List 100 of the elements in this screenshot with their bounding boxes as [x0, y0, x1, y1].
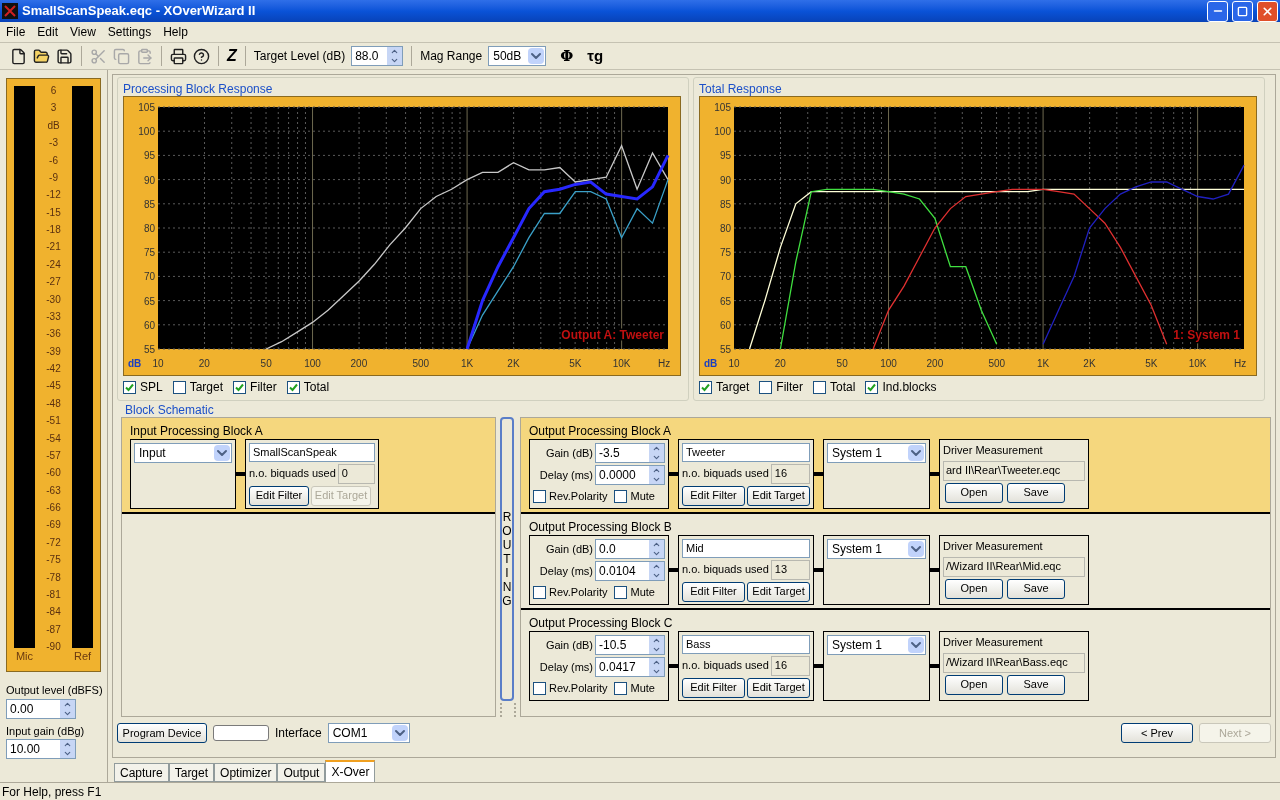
scale-label: -33 — [46, 311, 61, 322]
gain-field[interactable]: -3.5 — [595, 443, 665, 463]
splitter-handle[interactable] — [500, 703, 516, 717]
checkbox-label: Total — [303, 379, 330, 396]
routing-button[interactable]: ROUTING — [500, 417, 514, 701]
button[interactable]: Edit Target — [747, 485, 810, 506]
chevron-down-icon[interactable] — [908, 541, 924, 557]
chevron-down-icon[interactable] — [391, 725, 408, 741]
menu-item[interactable]: View — [70, 23, 96, 41]
dropdown[interactable]: System 1 — [827, 443, 926, 463]
meter-label: Ref — [73, 648, 92, 664]
dropdown[interactable]: System 1 — [827, 539, 926, 559]
scale-label: -66 — [46, 503, 61, 513]
tab[interactable]: Optimizer — [214, 763, 278, 782]
delay-field[interactable]: 0.0000 — [595, 465, 665, 485]
chart-annotation: 1: System 1 — [1173, 328, 1240, 342]
chevron-down-icon[interactable] — [908, 445, 924, 461]
new-file-icon[interactable] — [10, 47, 27, 65]
button[interactable]: Save — [1007, 482, 1065, 503]
delay-field[interactable]: 0.0417 — [595, 657, 665, 677]
block-title: Input Processing Block A — [130, 423, 264, 439]
tab[interactable]: X-Over — [325, 760, 376, 782]
checkbox[interactable] — [533, 489, 546, 503]
toolbar-button[interactable]: Z — [227, 44, 237, 68]
button[interactable]: Edit Filter — [682, 485, 745, 506]
printer-icon[interactable] — [170, 47, 187, 65]
checkbox[interactable] — [813, 380, 827, 394]
menu-item[interactable]: Settings — [107, 23, 152, 41]
axis-tick-label: 10 — [152, 358, 164, 369]
gain-field[interactable]: 0.0 — [595, 539, 665, 559]
input-gain-field[interactable]: 10.00 — [6, 739, 76, 759]
scale-label: -57 — [46, 450, 61, 461]
field-label: n.o. biquads used — [682, 562, 769, 578]
button[interactable]: Edit Filter — [249, 485, 309, 506]
menu-item[interactable]: Help — [163, 23, 188, 41]
minimize-button[interactable] — [1207, 0, 1228, 22]
name-field[interactable]: Bass — [682, 635, 810, 654]
delay-field[interactable]: 0.0104 — [595, 561, 665, 581]
scale-label: -45 — [46, 381, 61, 392]
scale-label: -42 — [46, 364, 61, 374]
dropdown[interactable]: System 1 — [827, 635, 926, 655]
name-field[interactable]: SmallScanSpeak — [249, 443, 375, 462]
checkbox[interactable] — [233, 380, 247, 394]
checkbox[interactable] — [699, 380, 712, 394]
button[interactable]: Open — [945, 674, 1003, 695]
help-icon[interactable] — [193, 47, 210, 65]
output-level-field[interactable]: 0.00 — [6, 698, 76, 719]
path-field[interactable]: /Wizard II\Rear\Mid.eqc — [943, 556, 1085, 577]
button[interactable]: Save — [1007, 578, 1065, 599]
button[interactable]: Edit Target — [747, 677, 810, 698]
checkbox[interactable] — [614, 681, 628, 695]
chevron-down-icon[interactable] — [528, 48, 545, 64]
button[interactable]: Open — [945, 578, 1003, 599]
button[interactable]: Edit Filter — [682, 677, 745, 698]
name-field[interactable]: Mid — [682, 539, 810, 558]
tab[interactable]: Capture — [114, 763, 169, 782]
dropdown[interactable]: Input — [134, 443, 232, 463]
checkbox[interactable] — [172, 380, 186, 394]
dropdown[interactable]: 50dB — [488, 46, 547, 66]
field-label: Driver Measurement — [943, 635, 1044, 650]
target-level-field[interactable]: 88.0 — [351, 46, 404, 66]
folder-icon[interactable] — [33, 47, 50, 65]
path-field[interactable]: ard II\Rear\Tweeter.eqc — [943, 460, 1085, 481]
chevron-down-icon[interactable] — [908, 637, 924, 653]
toolbar-button[interactable]: Φ — [560, 44, 574, 68]
axis-tick-label: 10K — [612, 358, 631, 369]
button[interactable]: Edit Filter — [682, 581, 745, 602]
button[interactable]: < Prev — [1121, 723, 1193, 743]
checkbox[interactable] — [533, 681, 546, 695]
checkbox[interactable] — [533, 585, 546, 599]
save-icon[interactable] — [56, 47, 73, 65]
menu-item[interactable]: Edit — [37, 23, 59, 41]
field-label: Output level (dBFS) — [6, 683, 101, 698]
gain-field[interactable]: -10.5 — [595, 635, 665, 655]
close-button[interactable] — [1257, 0, 1278, 22]
button[interactable]: Save — [1007, 674, 1065, 695]
button[interactable]: Program Device — [117, 723, 207, 743]
checkbox[interactable] — [614, 489, 628, 503]
count-field: 0 — [337, 463, 375, 484]
checkbox[interactable] — [614, 585, 628, 599]
name-field[interactable]: Tweeter — [682, 443, 810, 462]
button[interactable]: Open — [945, 482, 1003, 503]
axis-tick-label: 1K — [1036, 358, 1050, 369]
output-block[interactable]: Output Processing Block A Gain (dB) -3.5 Delay (ms) 0.0000 Rev.Polarity Mute Tweeter n.o. biquads used 16 Edit Filter Edit Target System 1 Driver Measurement ard II\Rear\Tweeter.eqc Open Save — [521, 418, 1270, 514]
tab[interactable]: Output — [277, 763, 326, 782]
button[interactable]: Edit Target — [747, 581, 810, 602]
field-label: Driver Measurement — [943, 539, 1044, 554]
path-field[interactable]: /Wizard II\Rear\Bass.eqc — [943, 652, 1085, 673]
checkbox-label: Mute — [630, 681, 655, 696]
field-label: Delay (ms) — [539, 563, 593, 579]
checkbox[interactable] — [123, 380, 136, 394]
maximize-button[interactable] — [1232, 0, 1253, 22]
checkbox[interactable] — [759, 380, 773, 394]
tab[interactable]: Target — [168, 763, 215, 782]
checkbox[interactable] — [865, 380, 879, 394]
toolbar-button[interactable]: τg — [587, 44, 604, 68]
menu-item[interactable]: File — [6, 23, 26, 41]
checkbox[interactable] — [286, 380, 300, 394]
chevron-down-icon[interactable] — [214, 445, 230, 461]
dropdown[interactable]: COM1 — [327, 723, 410, 743]
